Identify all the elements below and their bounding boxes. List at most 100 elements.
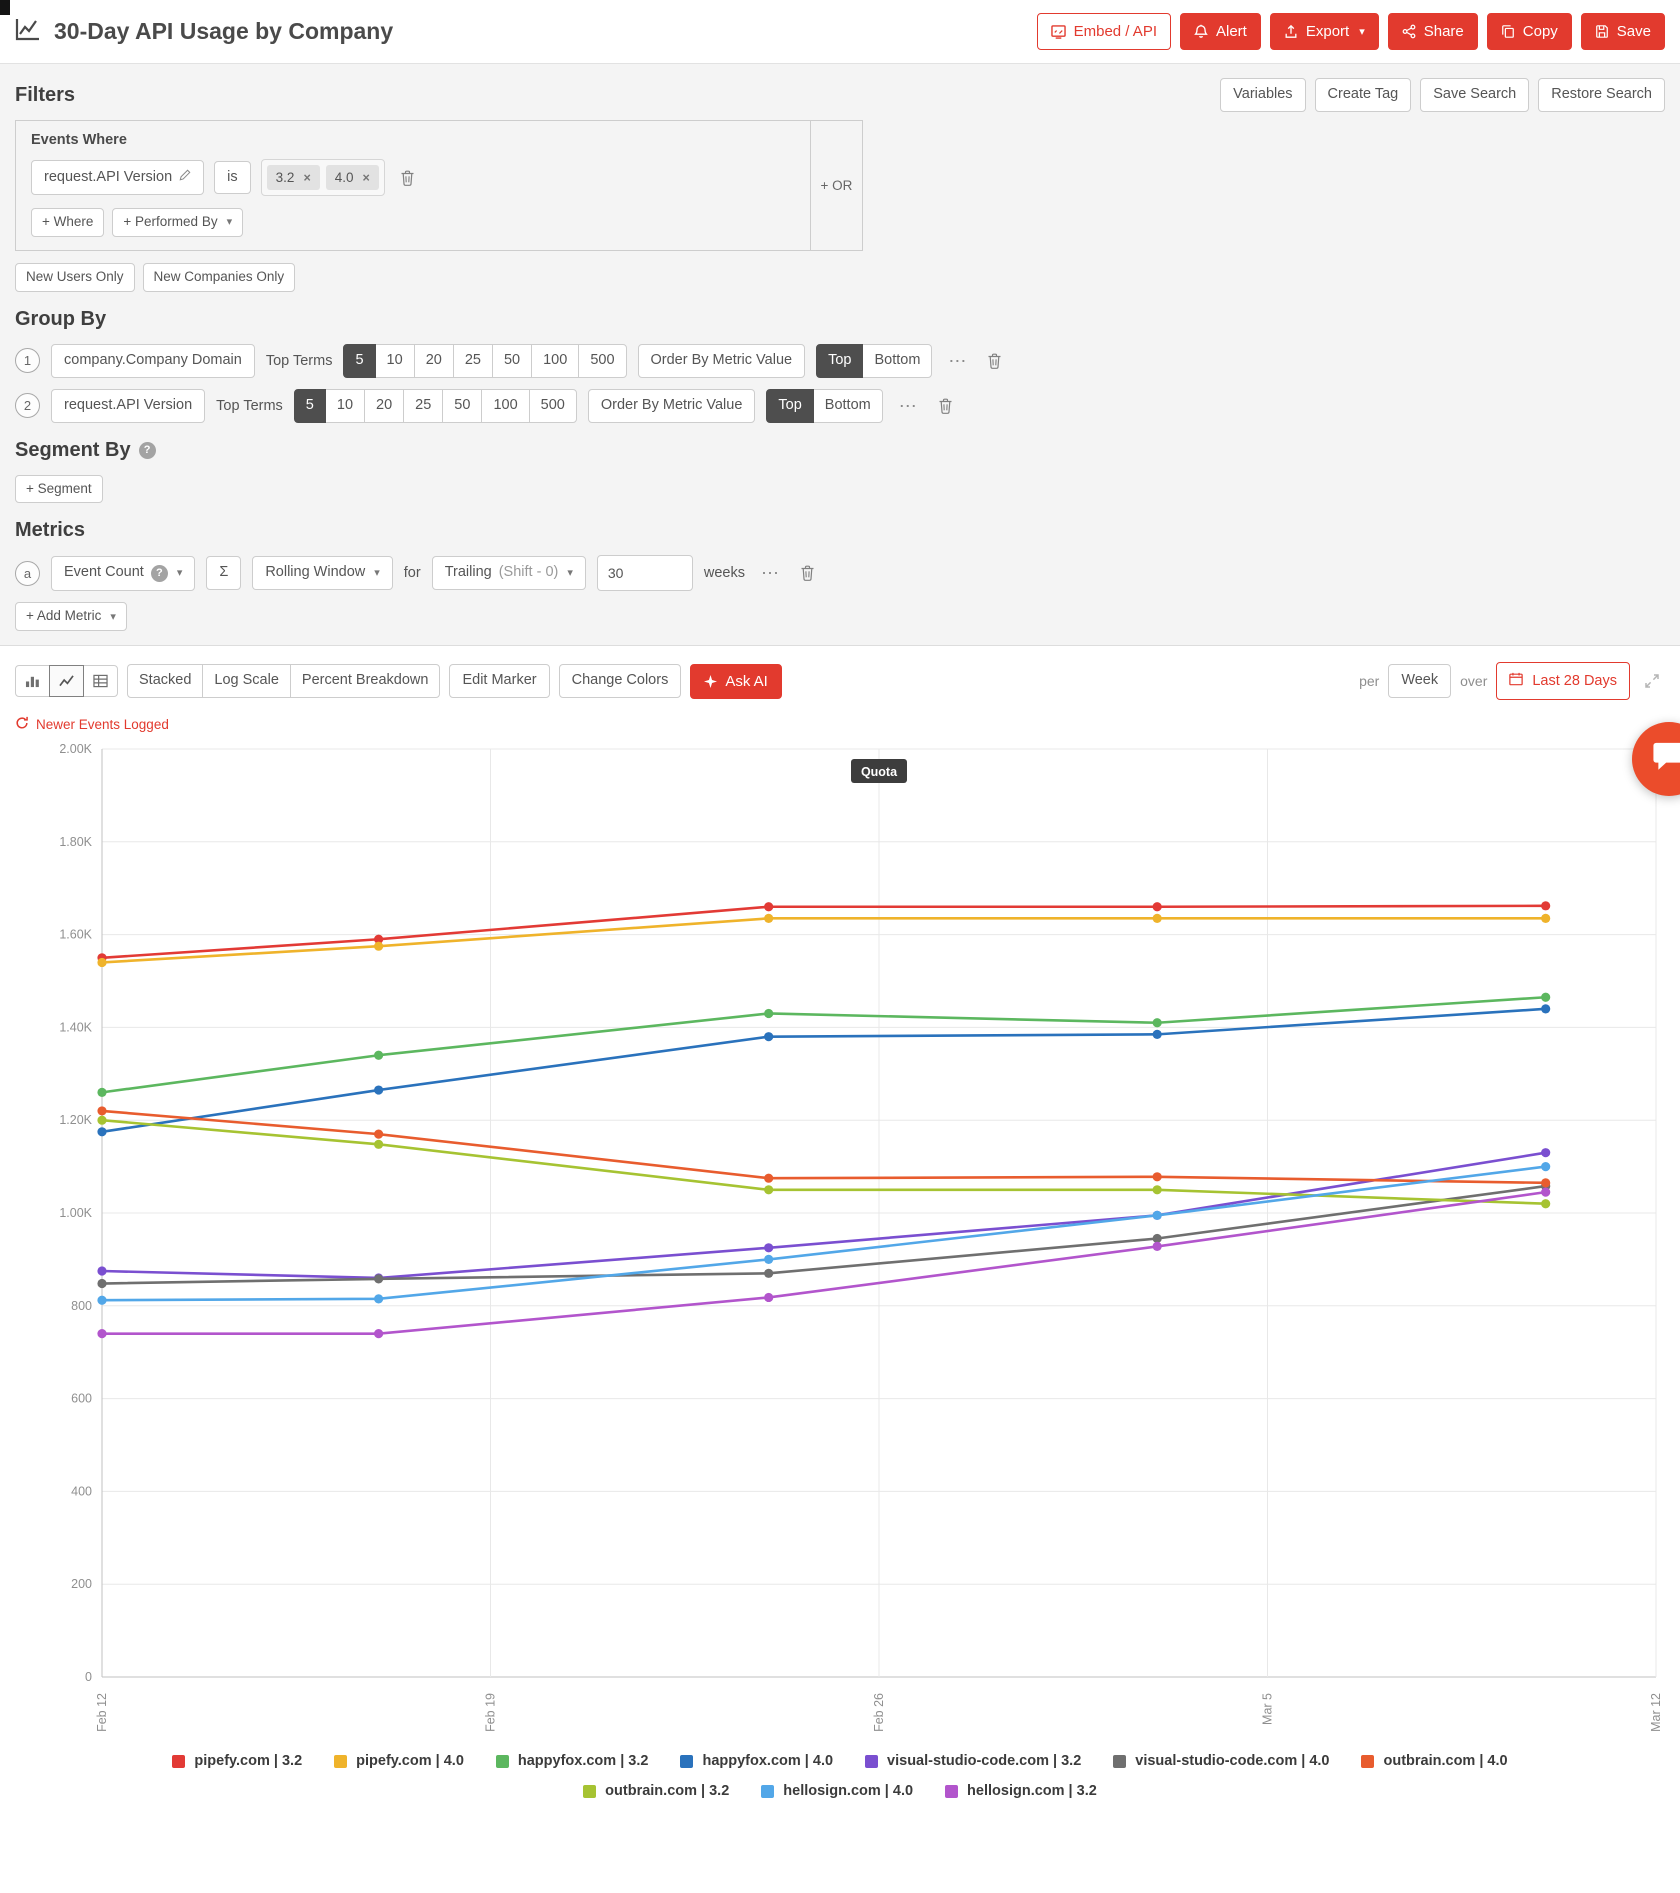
delete-group-by-button[interactable] xyxy=(933,394,958,418)
legend-item[interactable]: hellosign.com | 3.2 xyxy=(945,1783,1097,1799)
count-option[interactable]: 10 xyxy=(375,344,415,378)
filter-operator-button[interactable]: is xyxy=(214,161,250,195)
svg-text:600: 600 xyxy=(71,1392,92,1406)
add-or-button[interactable]: + OR xyxy=(810,121,862,250)
count-option[interactable]: 500 xyxy=(529,389,577,423)
svg-text:2.00K: 2.00K xyxy=(59,742,92,756)
log-scale-button[interactable]: Log Scale xyxy=(202,664,291,698)
count-option[interactable]: 25 xyxy=(403,389,443,423)
caret-down-icon: ▾ xyxy=(110,611,116,623)
metric-select-button[interactable]: Event Count ? ▾ xyxy=(51,556,195,591)
fullscreen-icon[interactable] xyxy=(1639,669,1665,693)
copy-icon xyxy=(1501,24,1515,39)
chart-legend-row-2: outbrain.com | 3.2 hellosign.com | 4.0 hel… xyxy=(0,1783,1680,1799)
table-view-button[interactable] xyxy=(83,665,118,697)
count-option[interactable]: 100 xyxy=(531,344,579,378)
query-controls: Filters Variables Create Tag Save Search… xyxy=(0,64,1680,645)
help-icon[interactable]: ? xyxy=(139,442,156,459)
alert-button[interactable]: Alert xyxy=(1180,13,1261,50)
add-where-button[interactable]: + Where xyxy=(31,208,104,237)
variables-button[interactable]: Variables xyxy=(1220,78,1305,112)
count-option[interactable]: 10 xyxy=(325,389,365,423)
legend-item[interactable]: visual-studio-code.com | 3.2 xyxy=(865,1753,1081,1769)
copy-button[interactable]: Copy xyxy=(1487,13,1572,50)
delete-metric-button[interactable] xyxy=(795,561,820,585)
legend-swatch xyxy=(680,1755,693,1768)
legend-item[interactable]: pipefy.com | 3.2 xyxy=(172,1753,302,1769)
legend-item[interactable]: visual-studio-code.com | 4.0 xyxy=(1113,1753,1329,1769)
share-button[interactable]: Share xyxy=(1388,13,1478,50)
embed-api-button[interactable]: Embed / API xyxy=(1037,13,1171,50)
legend-item[interactable]: outbrain.com | 3.2 xyxy=(583,1783,729,1799)
aggregation-sigma-button[interactable]: Σ xyxy=(206,556,241,590)
ask-ai-button[interactable]: Ask AI xyxy=(690,664,782,699)
more-options-button[interactable]: ⋯ xyxy=(756,560,784,586)
line-chart-view-button[interactable] xyxy=(49,665,84,697)
calendar-icon xyxy=(1509,672,1523,690)
svg-text:1.60K: 1.60K xyxy=(59,928,92,942)
interval-select[interactable]: Week xyxy=(1388,664,1451,698)
delete-filter-button[interactable] xyxy=(395,166,420,190)
order-by-metric-button[interactable]: Order By Metric Value xyxy=(638,344,806,378)
count-option[interactable]: 20 xyxy=(414,344,454,378)
legend-item[interactable]: outbrain.com | 4.0 xyxy=(1361,1753,1507,1769)
count-option[interactable]: 500 xyxy=(578,344,626,378)
change-colors-button[interactable]: Change Colors xyxy=(559,664,682,698)
screen-artifact xyxy=(0,0,10,15)
embed-icon xyxy=(1051,25,1066,39)
stacked-button[interactable]: Stacked xyxy=(127,664,203,698)
date-range-button[interactable]: Last 28 Days xyxy=(1496,662,1630,700)
create-tag-button[interactable]: Create Tag xyxy=(1315,78,1412,112)
edit-marker-button[interactable]: Edit Marker xyxy=(449,664,549,698)
trailing-select[interactable]: Trailing (Shift - 0) ▾ xyxy=(432,556,586,590)
line-chart[interactable]: 02004006008001.00K1.20K1.40K1.60K1.80K2.… xyxy=(10,737,1670,1751)
delete-group-by-button[interactable] xyxy=(982,349,1007,373)
order-top-button[interactable]: Top xyxy=(766,389,813,423)
save-button[interactable]: Save xyxy=(1581,13,1665,50)
order-bottom-button[interactable]: Bottom xyxy=(813,389,883,423)
filter-field-button[interactable]: request.API Version xyxy=(31,160,204,195)
count-option[interactable]: 25 xyxy=(453,344,493,378)
order-bottom-button[interactable]: Bottom xyxy=(862,344,932,378)
restore-search-button[interactable]: Restore Search xyxy=(1538,78,1665,112)
legend-item[interactable]: happyfox.com | 3.2 xyxy=(496,1753,649,1769)
newer-events-link[interactable]: Newer Events Logged xyxy=(0,704,184,737)
legend-label: happyfox.com | 3.2 xyxy=(518,1753,649,1769)
chart-type-group xyxy=(15,665,118,697)
more-options-button[interactable]: ⋯ xyxy=(894,393,922,419)
group-by-heading: Group By xyxy=(15,308,1665,331)
legend-item[interactable]: pipefy.com | 4.0 xyxy=(334,1753,464,1769)
count-option[interactable]: 5 xyxy=(294,389,326,423)
svg-text:Mar 5: Mar 5 xyxy=(1261,1693,1275,1725)
count-option[interactable]: 50 xyxy=(442,389,482,423)
bar-chart-view-button[interactable] xyxy=(15,665,50,697)
count-option[interactable]: 5 xyxy=(343,344,375,378)
count-option[interactable]: 100 xyxy=(481,389,529,423)
save-search-button[interactable]: Save Search xyxy=(1420,78,1529,112)
remove-chip-icon[interactable]: × xyxy=(303,171,310,185)
window-length-input[interactable] xyxy=(597,555,693,591)
legend-item[interactable]: hellosign.com | 4.0 xyxy=(761,1783,913,1799)
more-options-button[interactable]: ⋯ xyxy=(943,348,971,374)
add-performed-by-button[interactable]: + Performed By ▾ xyxy=(112,208,243,237)
count-option[interactable]: 20 xyxy=(364,389,404,423)
add-metric-button[interactable]: + Add Metric ▾ xyxy=(15,602,127,631)
share-nodes-icon xyxy=(1402,24,1416,39)
add-segment-button[interactable]: + Segment xyxy=(15,475,103,504)
legend-item[interactable]: happyfox.com | 4.0 xyxy=(680,1753,833,1769)
remove-chip-icon[interactable]: × xyxy=(363,171,370,185)
new-companies-only-button[interactable]: New Companies Only xyxy=(143,263,296,292)
order-by-metric-button[interactable]: Order By Metric Value xyxy=(588,389,756,423)
new-users-only-button[interactable]: New Users Only xyxy=(15,263,135,292)
rolling-window-select[interactable]: Rolling Window ▾ xyxy=(252,556,392,590)
filter-values-box[interactable]: 3.2 × 4.0 × xyxy=(261,159,385,196)
percent-breakdown-button[interactable]: Percent Breakdown xyxy=(290,664,441,698)
export-button[interactable]: Export ▾ xyxy=(1270,13,1379,50)
svg-text:Mar 12: Mar 12 xyxy=(1649,1693,1663,1732)
count-option[interactable]: 50 xyxy=(492,344,532,378)
group-by-field-button[interactable]: request.API Version xyxy=(51,389,205,423)
order-top-button[interactable]: Top xyxy=(816,344,863,378)
group-by-field-button[interactable]: company.Company Domain xyxy=(51,344,255,378)
caret-down-icon: ▾ xyxy=(374,567,380,579)
export-icon xyxy=(1284,24,1298,39)
